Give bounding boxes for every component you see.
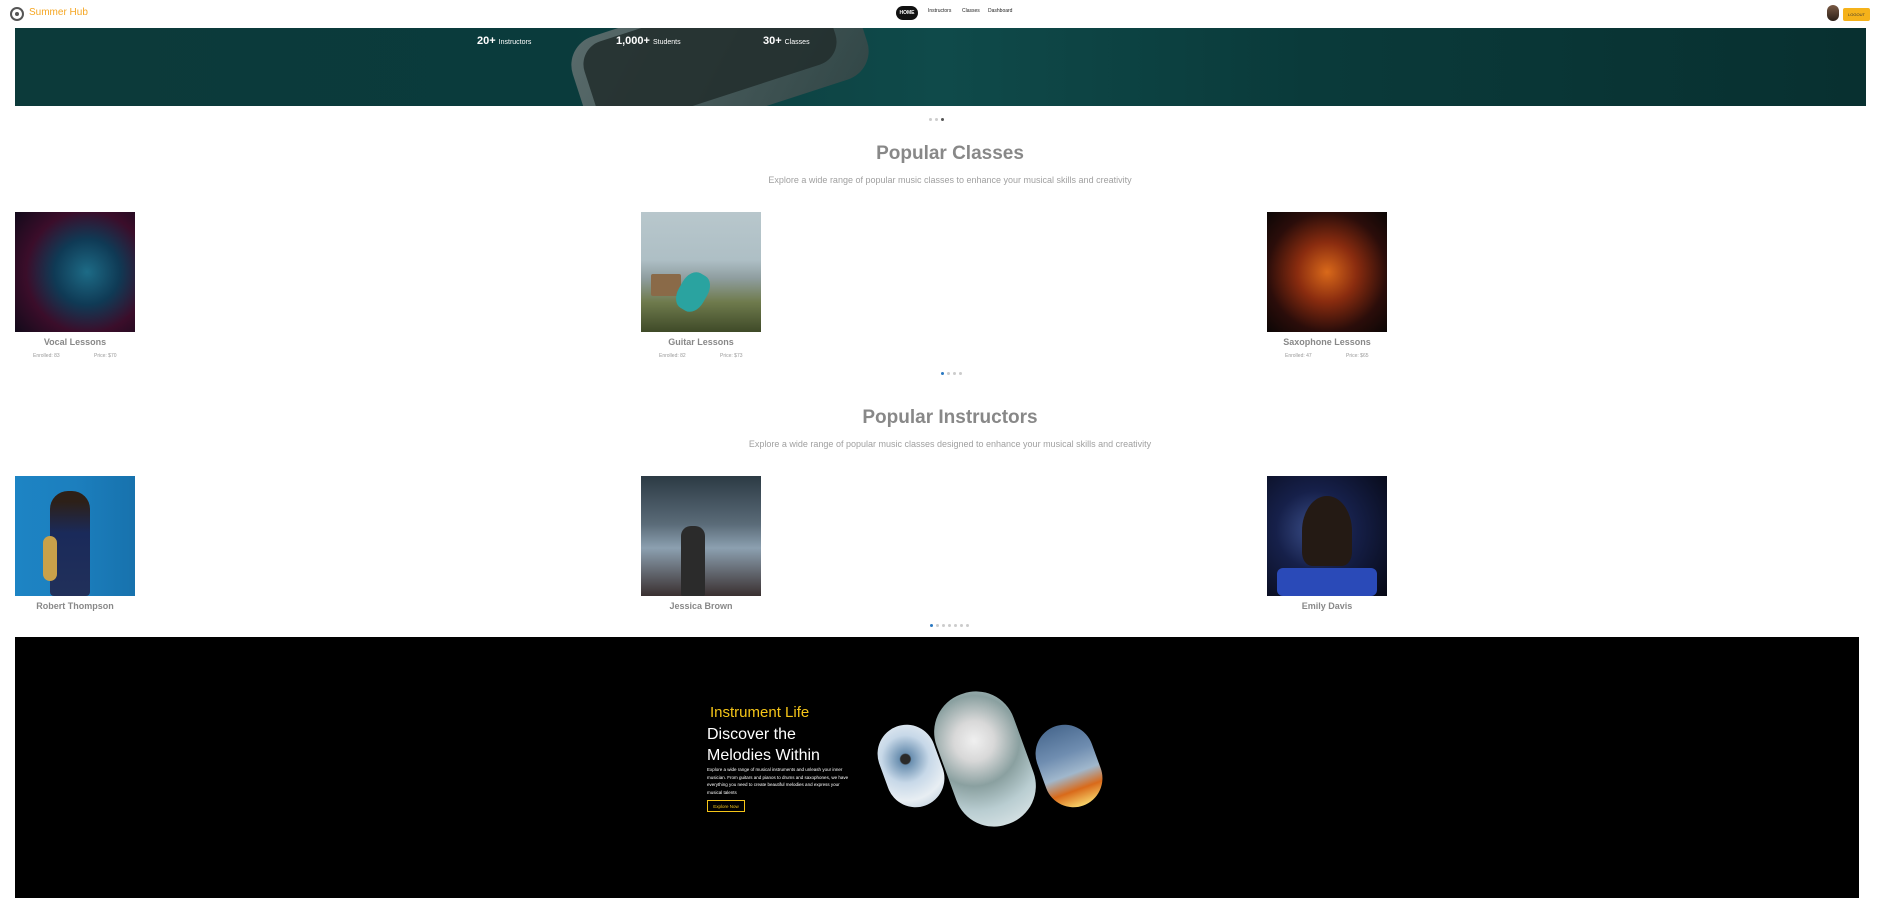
hero-banner: 20+ Instructors 1,000+ Students 30+ Classes xyxy=(15,28,1866,106)
class-name: Guitar Lessons xyxy=(668,337,734,347)
carousel-dot-active[interactable] xyxy=(941,118,944,122)
instructor-name: Emily Davis xyxy=(1301,601,1353,611)
instructor-image xyxy=(641,476,761,596)
popular-classes-subtitle: Explore a wide range of popular music cl… xyxy=(768,175,1132,185)
carousel-dot[interactable] xyxy=(936,624,939,628)
instructor-card[interactable]: Robert Thompson xyxy=(15,476,135,611)
class-name: Saxophone Lessons xyxy=(1283,337,1371,347)
class-price: Price: $65 xyxy=(1346,353,1369,359)
class-card[interactable]: Guitar Lessons Enrolled: 82 Price: $73 xyxy=(641,212,761,359)
class-enrolled: Enrolled: 83 xyxy=(33,353,60,359)
class-image xyxy=(15,212,135,332)
banner-title: Discover the Melodies Within xyxy=(707,724,867,766)
popular-classes-title: Popular Classes xyxy=(876,143,1024,164)
explore-now-button[interactable]: Explore Now xyxy=(707,800,745,812)
banner-subtitle: Instrument Life xyxy=(710,704,810,721)
banner-description: Explore a wide range of musical instrume… xyxy=(707,767,849,795)
instructors-carousel-dots[interactable] xyxy=(930,617,972,635)
class-card[interactable]: Vocal Lessons Enrolled: 83 Price: $70 xyxy=(15,212,135,359)
instructor-image xyxy=(1267,476,1387,596)
instructor-name: Jessica Brown xyxy=(669,601,733,611)
nav-home-link[interactable]: HOME xyxy=(896,6,918,20)
logo-icon[interactable] xyxy=(10,7,24,21)
brand-name[interactable]: Summer Hub xyxy=(29,7,88,18)
class-name: Vocal Lessons xyxy=(43,337,107,347)
nav-instructors-link[interactable]: Instructors xyxy=(928,8,951,14)
popular-instructors-title: Popular Instructors xyxy=(862,407,1038,428)
banner-title-line1: Discover the xyxy=(707,726,796,743)
carousel-dot[interactable] xyxy=(953,372,956,376)
carousel-dot[interactable] xyxy=(935,118,938,122)
nav-classes-link[interactable]: Classes xyxy=(962,8,980,14)
carousel-dot[interactable] xyxy=(948,624,951,628)
class-card[interactable]: Saxophone Lessons Enrolled: 47 Price: $6… xyxy=(1267,212,1387,359)
carousel-dot-active[interactable] xyxy=(930,624,933,628)
navbar: Summer Hub HOME Instructors Classes Dash… xyxy=(0,0,1882,28)
carousel-dot[interactable] xyxy=(960,624,963,628)
class-price: Price: $73 xyxy=(720,353,743,359)
class-image xyxy=(641,212,761,332)
person-shape xyxy=(681,526,705,596)
class-image xyxy=(1267,212,1387,332)
carousel-dot[interactable] xyxy=(929,118,932,122)
carousel-dot-active[interactable] xyxy=(941,372,944,376)
class-enrolled: Enrolled: 82 xyxy=(659,353,686,359)
stat-students: 1,000+ Students xyxy=(616,35,681,47)
drum-shape xyxy=(1277,568,1377,596)
person-shape xyxy=(1302,496,1352,566)
instructor-image xyxy=(15,476,135,596)
carousel-dot[interactable] xyxy=(966,624,969,628)
instructor-name: Robert Thompson xyxy=(36,601,114,611)
logout-button[interactable]: LOGOUT xyxy=(1843,8,1870,21)
popular-instructors-subtitle: Explore a wide range of popular music cl… xyxy=(748,439,1152,449)
stat-instructors: 20+ Instructors xyxy=(477,35,532,47)
carousel-dot[interactable] xyxy=(947,372,950,376)
class-enrolled: Enrolled: 47 xyxy=(1285,353,1312,359)
instructor-card[interactable]: Emily Davis xyxy=(1267,476,1387,611)
stat-classes: 30+ Classes xyxy=(763,35,810,47)
banner-title-line2: Melodies Within xyxy=(707,747,820,764)
class-price: Price: $70 xyxy=(94,353,117,359)
carousel-dot[interactable] xyxy=(954,624,957,628)
instructor-card[interactable]: Jessica Brown xyxy=(641,476,761,611)
carousel-dot[interactable] xyxy=(942,624,945,628)
hero-carousel-dots[interactable] xyxy=(929,111,947,129)
classes-carousel-dots[interactable] xyxy=(941,365,965,383)
user-avatar[interactable] xyxy=(1827,5,1839,21)
carousel-dot[interactable] xyxy=(959,372,962,376)
nav-dashboard-link[interactable]: Dashboard xyxy=(988,8,1012,14)
saxophone-shape xyxy=(43,536,57,581)
